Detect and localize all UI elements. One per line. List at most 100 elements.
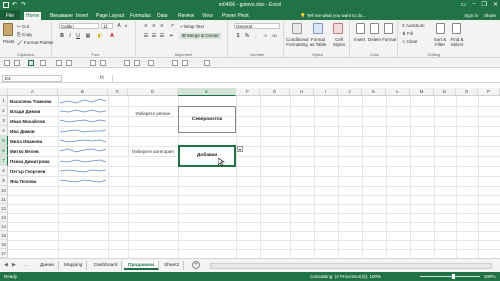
- row-header-13[interactable]: 13: [0, 213, 8, 222]
- column-header-g[interactable]: G: [260, 88, 290, 96]
- column-header-n[interactable]: N: [434, 88, 456, 96]
- wrap-text-button[interactable]: ⤶ Wrap Text: [180, 24, 204, 29]
- toolbar-icon-4[interactable]: [40, 60, 46, 66]
- name-cell-a2[interactable]: Влади Димов: [10, 109, 40, 114]
- align-middle-icon[interactable]: ≡: [151, 23, 157, 29]
- align-left-icon[interactable]: ☰: [143, 33, 149, 39]
- font-name-combo[interactable]: Calibri: [59, 23, 99, 29]
- toolbar-icon-7[interactable]: [90, 60, 96, 66]
- underline-icon[interactable]: U: [75, 33, 81, 39]
- sign-in-link[interactable]: Sign in: [464, 13, 478, 18]
- formula-input[interactable]: [112, 75, 496, 82]
- select-all-corner[interactable]: [0, 88, 8, 96]
- toolbar-icon-10[interactable]: [134, 60, 140, 66]
- name-cell-a8[interactable]: Петър Георгиев: [10, 169, 45, 174]
- decrease-decimal-icon[interactable]: .00: [271, 33, 277, 39]
- grow-font-icon[interactable]: A: [116, 23, 122, 29]
- name-cell-a9[interactable]: Яна Попова: [10, 179, 36, 184]
- merge-center-button[interactable]: ⊞ Merge & Center: [180, 33, 221, 39]
- format-cells-icon[interactable]: [384, 23, 393, 34]
- insert-cells-icon[interactable]: [356, 23, 365, 34]
- name-box[interactable]: E3: [2, 75, 62, 82]
- decrease-indent-icon[interactable]: ⇤: [169, 33, 175, 39]
- row-header-14[interactable]: 14: [0, 222, 8, 231]
- orientation-icon[interactable]: ↗: [169, 23, 175, 29]
- insert-cells-button[interactable]: Insert: [354, 37, 365, 42]
- sort-filter-icon[interactable]: [436, 23, 445, 34]
- zoom-level[interactable]: 100%: [484, 274, 496, 279]
- paste-button[interactable]: Paste: [3, 39, 15, 44]
- toolbar-icon-11[interactable]: [148, 60, 154, 66]
- toolbar-icon-13[interactable]: [182, 60, 188, 66]
- worksheet-grid[interactable]: A B C D E F G H I J K L M N O P 1 2 3 4 …: [0, 88, 500, 258]
- row-header-1[interactable]: 1: [0, 96, 8, 106]
- toolbar-icon-6[interactable]: [66, 60, 72, 66]
- category-value-cell[interactable]: Добавки: [178, 145, 236, 167]
- column-header-l[interactable]: L: [386, 88, 410, 96]
- column-header-k[interactable]: K: [362, 88, 386, 96]
- copy-button[interactable]: ⎘ Copy: [17, 32, 32, 37]
- format-as-table-icon[interactable]: [313, 23, 323, 34]
- region-value-cell[interactable]: Североизток: [178, 106, 236, 133]
- row-header-8[interactable]: 8: [0, 166, 8, 176]
- format-as-table-button[interactable]: Format as Table: [308, 37, 328, 47]
- column-header-c[interactable]: C: [108, 88, 128, 96]
- column-header-m[interactable]: M: [410, 88, 434, 96]
- toolbar-icon-8[interactable]: [100, 60, 106, 66]
- sheet-tab-mapping[interactable]: Mapping: [60, 261, 88, 270]
- tab-file[interactable]: File: [0, 10, 20, 20]
- horizontal-scrollbar[interactable]: [210, 263, 492, 269]
- name-cell-a7[interactable]: Пенка Димитрова: [10, 159, 49, 164]
- row-header-10[interactable]: 10: [0, 186, 8, 195]
- row-header-16[interactable]: 16: [0, 240, 8, 249]
- name-cell-a1[interactable]: Василена Томкова: [10, 99, 51, 104]
- format-painter-button[interactable]: 🖌 Format Painter: [17, 40, 54, 46]
- tab-power-pivot[interactable]: Power Pivot: [220, 12, 251, 20]
- column-header-i[interactable]: I: [314, 88, 338, 96]
- bold-icon[interactable]: B: [59, 33, 65, 39]
- restore-icon[interactable]: ❐: [482, 1, 487, 8]
- sheet-tab-prodavachi[interactable]: Продавачи: [124, 261, 160, 270]
- percent-icon[interactable]: %: [244, 33, 250, 39]
- currency-icon[interactable]: $: [235, 33, 241, 39]
- toolbar-icon-5[interactable]: [56, 60, 62, 66]
- tab-page-layout[interactable]: Page Layout: [94, 12, 126, 20]
- tab-formulas[interactable]: Formulas: [128, 12, 153, 20]
- align-bottom-icon[interactable]: ≡: [159, 23, 165, 29]
- format-cells-button[interactable]: Format: [382, 37, 396, 42]
- row-header-12[interactable]: 12: [0, 204, 8, 213]
- row-header-5[interactable]: 5: [0, 136, 8, 146]
- new-sheet-button[interactable]: +: [192, 261, 200, 269]
- comma-icon[interactable]: ,: [253, 33, 259, 39]
- dropdown-arrow-icon[interactable]: ▾: [237, 146, 243, 152]
- close-icon[interactable]: ✕: [493, 1, 498, 8]
- ribbon-options-icon[interactable]: ▭: [461, 1, 467, 8]
- column-header-a[interactable]: A: [8, 88, 58, 96]
- minimize-icon[interactable]: –: [472, 1, 475, 8]
- find-select-button[interactable]: Find & Select: [448, 37, 466, 47]
- tab-review[interactable]: Review: [176, 12, 196, 20]
- toolbar-icon-2[interactable]: [14, 60, 20, 66]
- column-header-o[interactable]: O: [456, 88, 478, 96]
- align-top-icon[interactable]: ≡: [143, 23, 149, 29]
- sheet-prev-icon[interactable]: ◀: [4, 262, 8, 268]
- row-header-7[interactable]: 7: [0, 156, 8, 166]
- fx-icon[interactable]: fx: [100, 75, 104, 81]
- column-header-f[interactable]: F: [236, 88, 260, 96]
- name-cell-a6[interactable]: Митко Велев: [10, 149, 39, 154]
- paste-icon[interactable]: [3, 23, 13, 36]
- tab-home[interactable]: Home: [24, 12, 42, 20]
- column-header-j[interactable]: J: [338, 88, 362, 96]
- row-header-4[interactable]: 4: [0, 126, 8, 136]
- sort-filter-button[interactable]: Sort & Filter: [432, 37, 448, 47]
- toolbar-icon-12[interactable]: [172, 60, 178, 66]
- autosum-button[interactable]: Σ AutoSum: [402, 23, 425, 28]
- column-header-p[interactable]: P: [478, 88, 500, 96]
- row-header-3[interactable]: 3: [0, 116, 8, 126]
- tab-insert[interactable]: Insert: [74, 12, 91, 20]
- sheet-more-icon[interactable]: …: [24, 262, 29, 268]
- column-header-h[interactable]: H: [290, 88, 314, 96]
- tab-vmakvane[interactable]: Вмъкване: [48, 12, 75, 20]
- tab-data[interactable]: Data: [155, 12, 170, 20]
- column-header-e[interactable]: E: [178, 88, 236, 96]
